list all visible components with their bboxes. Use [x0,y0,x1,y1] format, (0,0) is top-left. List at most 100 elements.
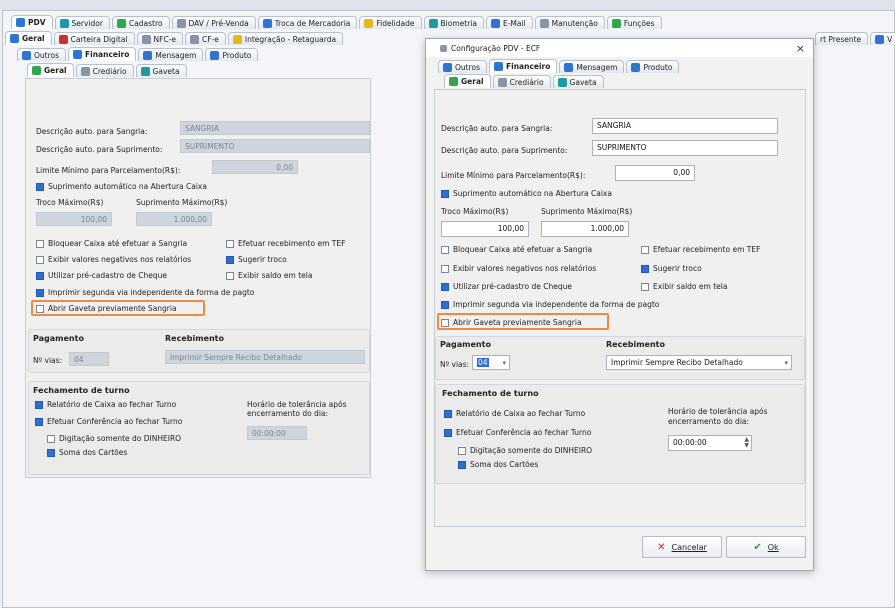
tab-financeiro[interactable]: Financeiro [68,47,137,61]
tab-cfe[interactable]: CF-e [185,32,226,45]
tab-outros[interactable]: Outros [438,60,488,73]
tab-pdv[interactable]: PDV [11,15,53,29]
recebimento-field[interactable]: Imprimir Sempre Recibo Detalhado [165,350,365,364]
tab-outros[interactable]: Outros [17,48,67,61]
abrir-gaveta-checkbox[interactable]: Abrir Gaveta previamente Sangria [36,304,177,313]
suprimento-field[interactable]: SUPRIMENTO [180,139,370,153]
relatorio-checkbox[interactable]: Relatório de Caixa ao fechar Turno [35,400,176,409]
receipt-icon [190,34,200,44]
soma-checkbox[interactable]: Soma dos Cartões [458,460,538,469]
tab-manutencao[interactable]: Manutenção [534,16,605,29]
exchange-icon [262,18,272,28]
exibir-saldo-checkbox[interactable]: Exibir saldo em tela [641,282,727,291]
tab-geral-sub[interactable]: Geral [27,63,74,77]
tab-cadastro[interactable]: Cadastro [111,16,170,29]
digitacao-checkbox[interactable]: Digitação somente do DINHEIRO [47,434,181,443]
recebimento-value: Imprimir Sempre Recibo Detalhado [611,358,743,367]
tab-financeiro[interactable]: Financeiro [489,59,558,73]
troco-field[interactable]: 100,00 [36,212,112,226]
efetuar-tef-checkbox[interactable]: Efetuar recebimento em TEF [226,239,345,248]
tab-dav[interactable]: DAV / Pré-Venda [171,16,256,29]
exibir-neg-checkbox[interactable]: Exibir valores negativos nos relatórios [441,264,596,273]
supr-auto-checkbox[interactable]: Suprimento automático na Abertura Caixa [36,182,207,191]
tab-produto[interactable]: Produto [626,60,680,73]
bloquear-checkbox[interactable]: Bloquear Caixa até efetuar a Sangria [441,245,592,254]
sangria-field[interactable]: SANGRIA [180,121,370,135]
horario-field[interactable]: 00:00:00 [247,426,307,440]
checkbox-label: Bloquear Caixa até efetuar a Sangria [48,239,188,248]
tab-v[interactable]: V [870,32,895,45]
tab-crediario[interactable]: Crediário [492,75,551,88]
efetuar-tef-checkbox[interactable]: Efetuar recebimento em TEF [641,245,760,254]
utilizar-checkbox[interactable]: Utilizar pré-cadastro de Cheque [36,271,167,280]
vias-label: Nº vias: [440,360,470,369]
tab-label: Outros [455,62,481,72]
dollar-icon [32,66,41,75]
tab-gaveta[interactable]: Gaveta [135,64,187,77]
bloquear-checkbox[interactable]: Bloquear Caixa até efetuar a Sangria [36,239,187,248]
tab-email[interactable]: E-Mail [485,16,533,29]
product-icon [210,50,220,60]
tab-geral[interactable]: Geral [5,31,52,45]
sugerir-checkbox[interactable]: Sugerir troco [641,264,702,273]
grid-icon [10,34,19,43]
receipt-icon [141,34,151,44]
cancel-button[interactable]: ✕ Cancelar [642,536,722,558]
soma-checkbox[interactable]: Soma dos Cartões [47,448,127,457]
tab-label: V [887,34,893,44]
troco-label: Troco Máximo(R$) [441,207,509,216]
tab-funcoes[interactable]: Funções [606,16,662,29]
tab-cartao-presente[interactable]: rt Presente [815,32,869,45]
sangria-input[interactable]: SANGRIA [592,118,778,134]
checkbox-label: Suprimento automático na Abertura Caixa [48,182,207,191]
message-icon [564,62,574,72]
limite-field[interactable]: 0,00 [212,160,298,174]
troco-input[interactable]: 100,00 [441,221,529,237]
abrir-gaveta-checkbox[interactable]: Abrir Gaveta previamente Sangria [441,318,582,327]
vias-field[interactable]: 04 [69,352,109,366]
tab-mensagem[interactable]: Mensagem [138,48,204,61]
spinner-icon[interactable]: ▲ ▼ [744,437,749,449]
supmax-input[interactable]: 1.000,00 [541,221,629,237]
tab-nfce[interactable]: NFC-e [136,32,184,45]
imprimir-checkbox[interactable]: Imprimir segunda via independente da for… [441,300,659,309]
fourth-tab-bar: Geral Crediário Gaveta [27,63,187,77]
tab-fidelidade[interactable]: Fidelidade [359,16,422,29]
digitacao-checkbox[interactable]: Digitação somente do DINHEIRO [458,446,592,455]
supmax-field[interactable]: 1.000,00 [136,212,212,226]
limite-input[interactable]: 0,00 [615,165,695,181]
vias-select[interactable]: 04 ▾ [472,355,510,370]
tab-integracao[interactable]: Integração - Retaguarda [227,32,344,45]
close-button[interactable]: × [796,42,805,55]
tab-crediario[interactable]: Crediário [75,64,134,77]
supr-auto-checkbox[interactable]: Suprimento automático na Abertura Caixa [441,189,612,198]
ok-button[interactable]: ✔ Ok [726,536,806,558]
tab-label: Financeiro [85,50,130,59]
message-icon [143,50,153,60]
tab-carteira[interactable]: Carteira Digital [53,32,135,45]
exibir-neg-checkbox[interactable]: Exibir valores negativos nos relatórios [36,255,191,264]
tab-produto[interactable]: Produto [205,48,259,61]
utilizar-checkbox[interactable]: Utilizar pré-cadastro de Cheque [441,282,572,291]
checkbox-box [444,428,452,437]
sugerir-checkbox[interactable]: Sugerir troco [226,255,287,264]
sangria-label: Descrição auto. para Sangria: [36,127,148,136]
limite-label: Limite Mínimo para Parcelamento(R$): [36,166,181,175]
tab-mensagem[interactable]: Mensagem [559,60,625,73]
tab-label: Mensagem [576,62,618,72]
tab-geral-sub[interactable]: Geral [444,74,491,88]
fechamento-title: Fechamento de turno [33,386,130,395]
recebimento-select[interactable]: Imprimir Sempre Recibo Detalhado ▾ [606,355,792,370]
exibir-saldo-checkbox[interactable]: Exibir saldo em tela [226,271,312,280]
tab-biometria[interactable]: Biometria [423,16,484,29]
suprimento-input[interactable]: SUPRIMENTO [592,140,778,156]
conferencia-checkbox[interactable]: Efetuar Conferência ao fechar Turno [444,428,591,437]
imprimir-checkbox[interactable]: Imprimir segunda via independente da for… [36,288,254,297]
tab-gaveta[interactable]: Gaveta [552,75,604,88]
tab-troca[interactable]: Troca de Mercadoria [257,16,358,29]
tab-label: Troca de Mercadoria [274,18,351,28]
conferencia-checkbox[interactable]: Efetuar Conferência ao fechar Turno [35,417,182,426]
relatorio-checkbox[interactable]: Relatório de Caixa ao fechar Turno [444,409,585,418]
tab-servidor[interactable]: Servidor [54,16,110,29]
horario-input[interactable]: 00:00:00 ▲ ▼ [668,435,752,451]
